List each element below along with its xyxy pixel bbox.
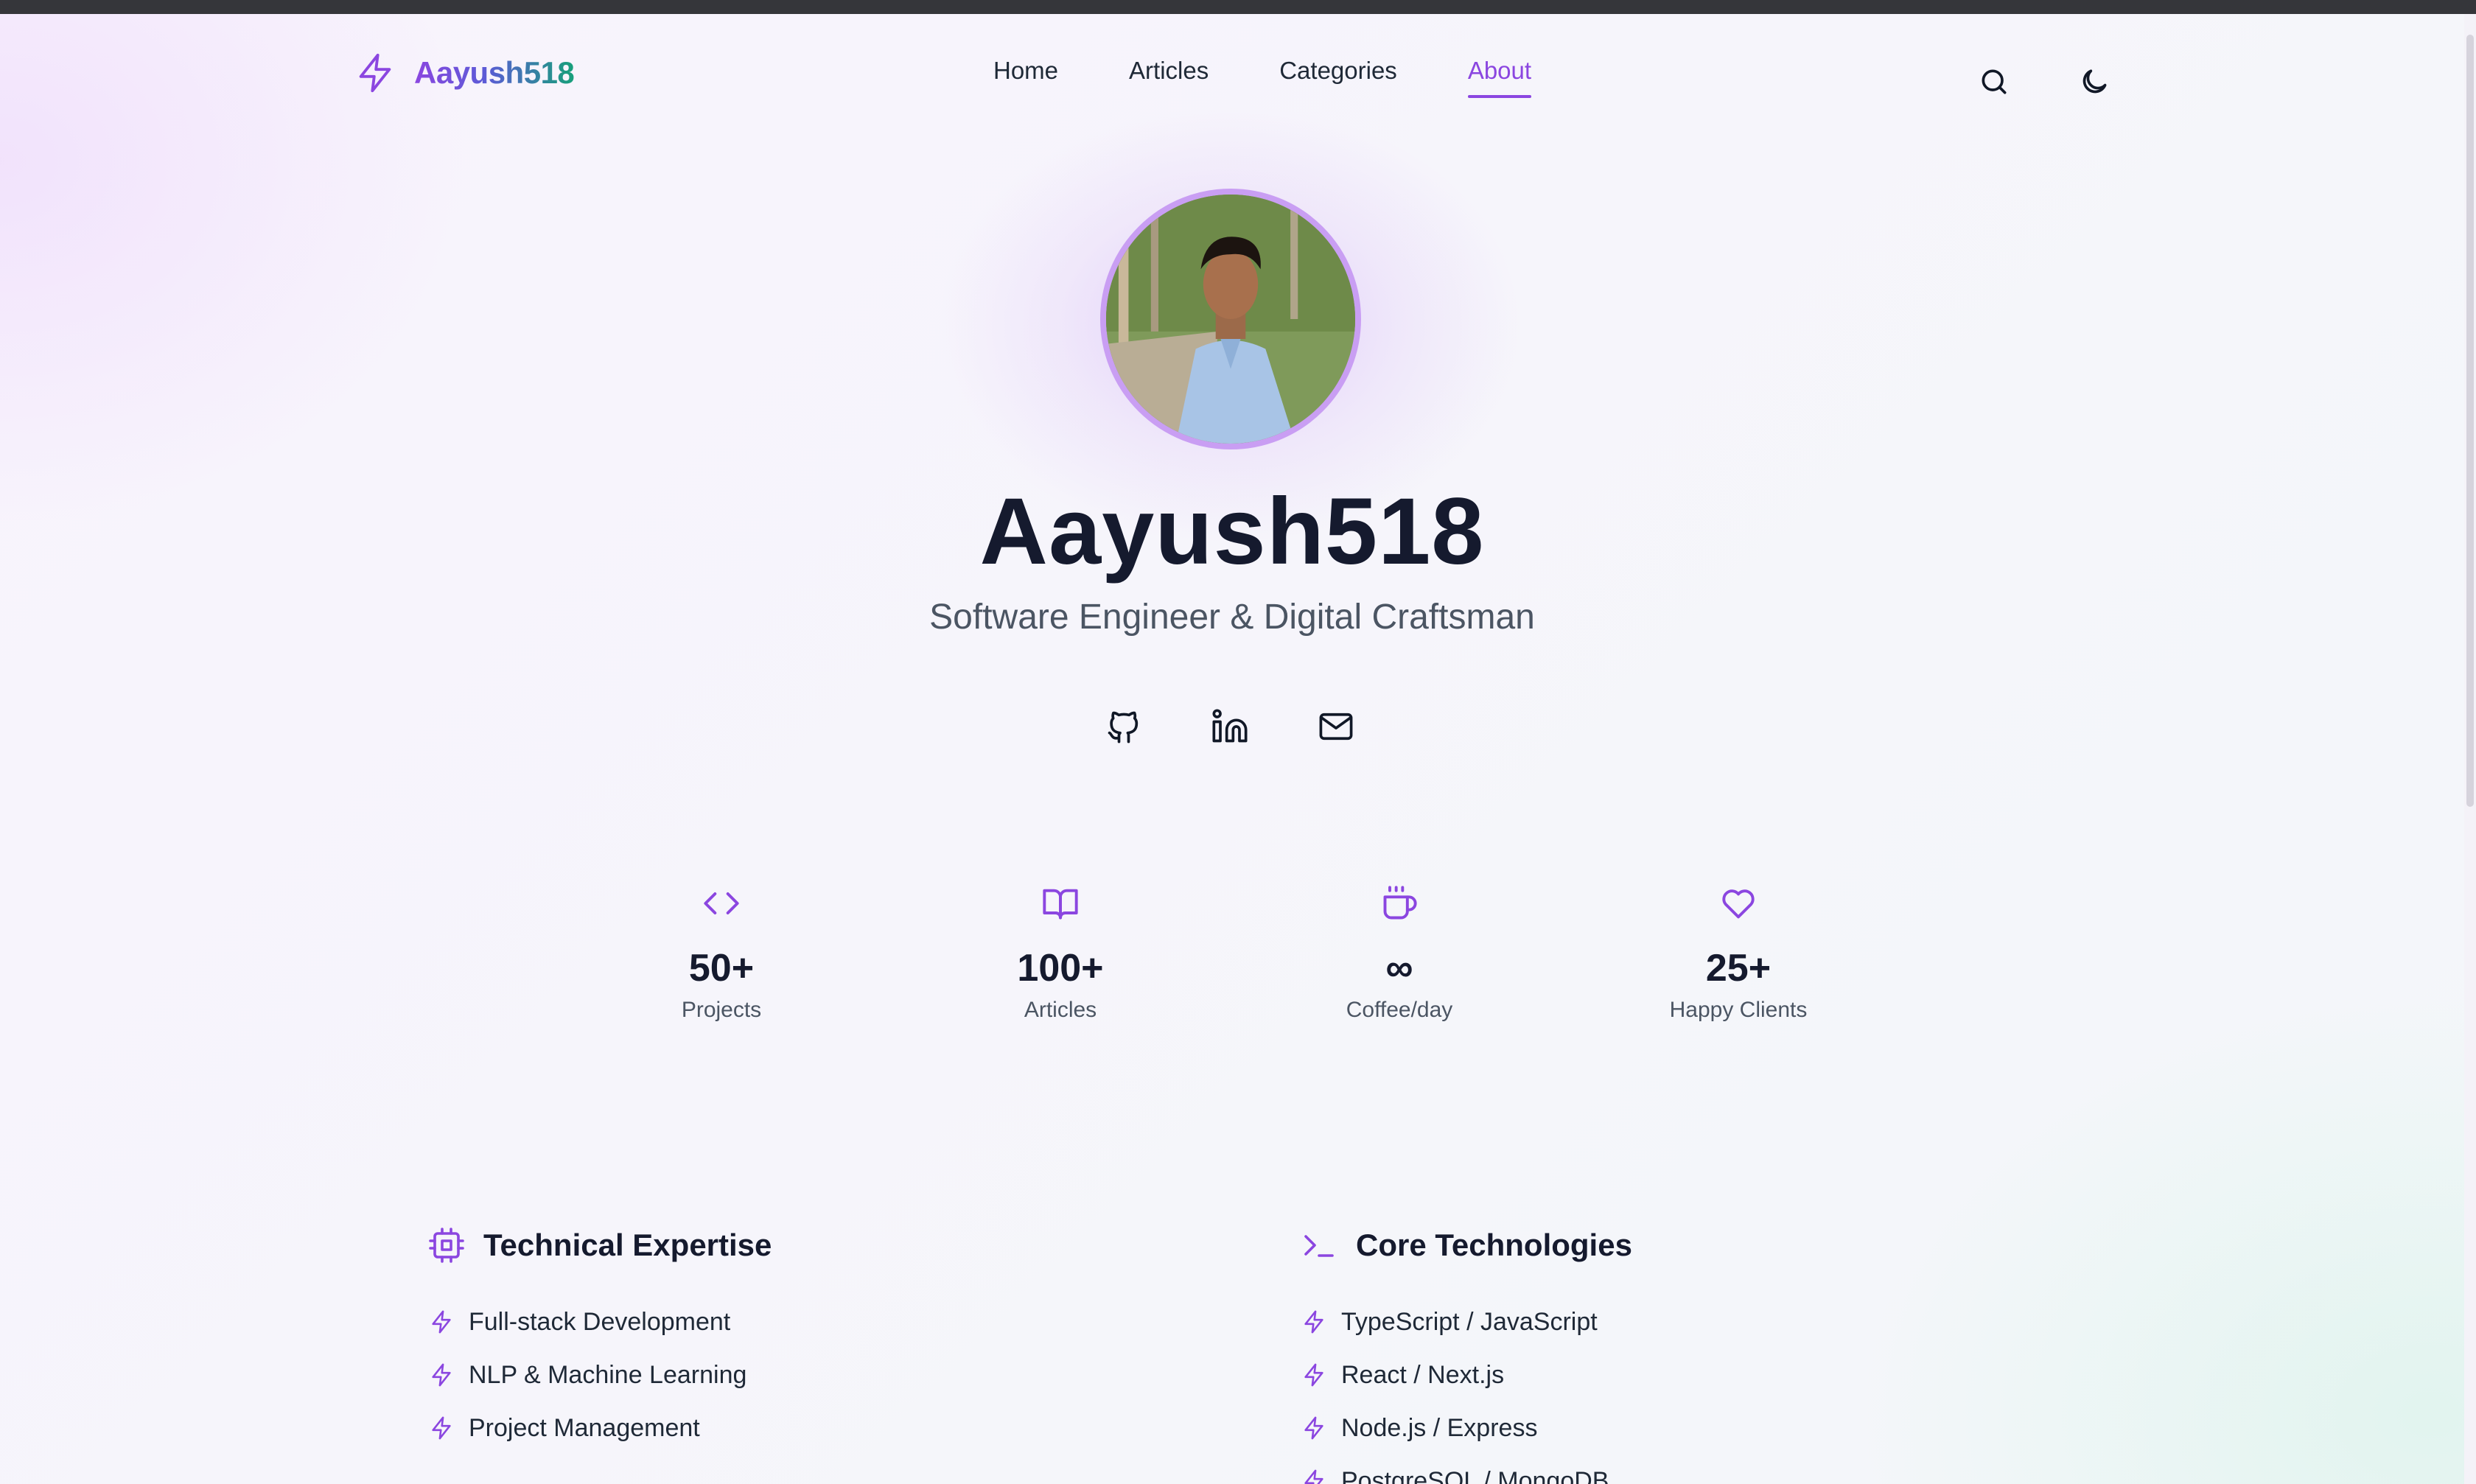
book-icon: [1043, 889, 1078, 920]
github-icon: [1108, 711, 1139, 743]
email-link[interactable]: [1314, 703, 1358, 750]
section-title: Technical Expertise: [483, 1228, 772, 1262]
coffee-icon: [1383, 886, 1417, 920]
lightning-icon: [432, 1310, 451, 1334]
lightning-icon: [432, 1416, 451, 1440]
technologies-list: TypeScript / JavaScript React / Next.js …: [1301, 1295, 1609, 1484]
cpu-icon: [429, 1228, 464, 1263]
expertise-list: Full-stack Development NLP & Machine Lea…: [429, 1295, 746, 1455]
lightning-icon: [1304, 1469, 1323, 1484]
hero-name: Aayush518: [979, 479, 1485, 584]
lightning-icon: [1304, 1310, 1323, 1334]
list-item: NLP & Machine Learning: [429, 1348, 746, 1401]
heart-icon: [1722, 889, 1755, 919]
logo-text: Aayush518: [414, 55, 575, 90]
github-link[interactable]: [1102, 703, 1146, 750]
list-item: Node.js / Express: [1301, 1401, 1609, 1455]
list-item: Project Management: [429, 1401, 746, 1455]
list-item: TypeScript / JavaScript: [1301, 1295, 1609, 1348]
moon-icon: [2082, 69, 2107, 94]
nav-home[interactable]: Home: [993, 54, 1058, 98]
list-item-label: Project Management: [469, 1413, 700, 1442]
technical-expertise-heading: Technical Expertise: [429, 1228, 772, 1263]
list-item-label: Node.js / Express: [1341, 1413, 1538, 1442]
list-item: Full-stack Development: [429, 1295, 746, 1348]
nav-articles[interactable]: Articles: [1129, 54, 1209, 98]
lightning-icon: [1304, 1416, 1323, 1440]
nav-about[interactable]: About: [1467, 54, 1532, 98]
main-nav: Home Articles Categories About: [993, 54, 1532, 98]
theme-toggle-button[interactable]: [2074, 61, 2115, 102]
social-links: [1102, 703, 1358, 750]
stat-value: 50+: [688, 947, 755, 990]
search-icon: [1982, 69, 2007, 94]
stat-value: 25+: [1705, 947, 1772, 990]
linkedin-icon: [1212, 709, 1248, 743]
list-item-label: TypeScript / JavaScript: [1341, 1307, 1598, 1336]
mail-icon: [1319, 713, 1353, 741]
stat-articles: 100+ Articles: [950, 884, 1171, 1023]
scrollbar-thumb[interactable]: [2466, 35, 2474, 807]
browser-top-strip: [0, 0, 2476, 14]
section-title: Core Technologies: [1356, 1228, 1632, 1262]
stat-happy-clients: 25+ Happy Clients: [1628, 884, 1849, 1023]
lightning-icon: [1304, 1363, 1323, 1387]
terminal-icon: [1304, 1235, 1334, 1257]
nav-categories[interactable]: Categories: [1279, 54, 1397, 98]
lightning-icon: [432, 1363, 451, 1387]
code-icon: [704, 892, 739, 914]
avatar: [1100, 189, 1361, 449]
lightning-icon: [354, 50, 396, 96]
list-item-label: React / Next.js: [1341, 1360, 1505, 1389]
list-item-label: PostgreSQL / MongoDB: [1341, 1466, 1609, 1484]
site-logo[interactable]: Aayush518: [354, 48, 575, 98]
stat-label: Coffee/day: [1346, 998, 1453, 1022]
stat-projects: 50+ Projects: [611, 884, 832, 1023]
stat-value: ∞: [1385, 947, 1413, 990]
list-item-label: NLP & Machine Learning: [469, 1360, 747, 1389]
stat-label: Projects: [681, 998, 762, 1022]
linkedin-link[interactable]: [1208, 703, 1252, 750]
stat-value: 100+: [1017, 947, 1104, 990]
list-item: PostgreSQL / MongoDB: [1301, 1455, 1609, 1484]
list-item: React / Next.js: [1301, 1348, 1609, 1401]
hero-tagline: Software Engineer & Digital Craftsman: [929, 598, 1535, 637]
list-item-label: Full-stack Development: [469, 1307, 731, 1336]
stat-label: Happy Clients: [1669, 998, 1808, 1022]
scrollbar[interactable]: [2464, 14, 2476, 1484]
core-technologies-heading: Core Technologies: [1301, 1228, 1632, 1263]
search-button[interactable]: [1973, 61, 2015, 102]
stat-coffee: ∞ Coffee/day: [1289, 884, 1510, 1023]
stat-label: Articles: [1024, 998, 1097, 1022]
